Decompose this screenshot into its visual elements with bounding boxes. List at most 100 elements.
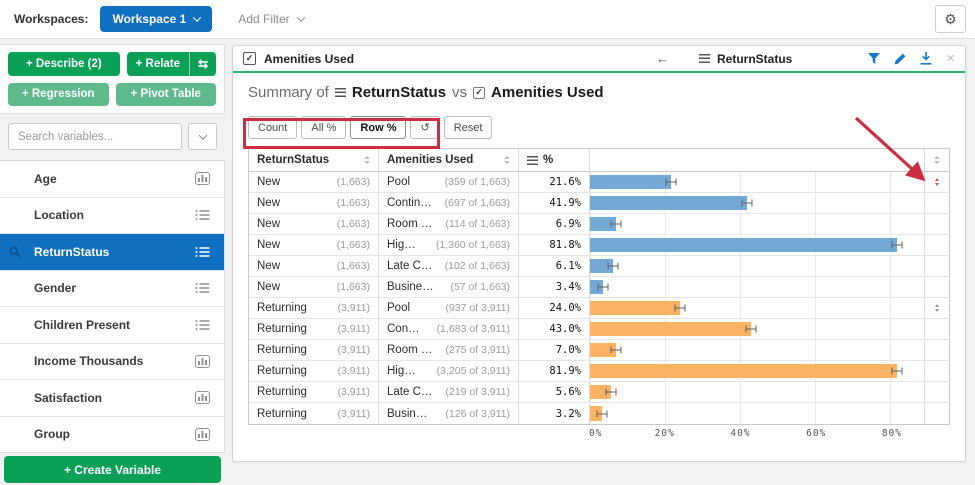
table-row[interactable]: Returning(3,911)Room …(275 of 3,911)7.0% [249, 340, 949, 361]
table-row[interactable]: Returning(3,911)Con…(1,683 of 3,911)43.0… [249, 319, 949, 340]
amenity-cell: Hig… [387, 365, 416, 377]
describe-button[interactable]: + Describe (2) [8, 52, 120, 76]
swap-variables-button[interactable]: ⇆ [189, 52, 216, 76]
table-row[interactable]: Returning(3,911)Hig…(3,205 of 3,911)81.9… [249, 361, 949, 382]
sidebar-variable-children-present[interactable]: Children Present [0, 307, 224, 344]
error-bar [742, 200, 753, 207]
amenity-cell: Room … [387, 218, 432, 230]
table-row[interactable]: New(1,663)Late C…(102 of 1,663)6.1% [249, 256, 949, 277]
variable-search-section [0, 118, 225, 156]
table-row[interactable]: Returning(3,911)Busin…(126 of 3,911)3.2% [249, 403, 949, 424]
sidebar-variable-satisfaction[interactable]: Satisfaction [0, 380, 224, 417]
percent-cell: 7.0% [519, 340, 590, 360]
list-icon [195, 209, 210, 221]
percent-cell: 5.6% [519, 382, 590, 402]
table-row[interactable]: Returning(3,911)Late C…(219 of 3,911)5.6… [249, 382, 949, 403]
bar-cell [590, 172, 925, 192]
list-icon [699, 54, 710, 63]
back-arrow-icon[interactable]: ← [656, 51, 669, 66]
summary-independent: ReturnStatus [352, 84, 446, 101]
axis-tick-label: 60% [806, 428, 826, 439]
sort-icon[interactable] [934, 156, 940, 164]
group-cell: New [257, 260, 280, 272]
histogram-icon [195, 391, 210, 404]
workspace-selector-label: Workspace 1 [112, 12, 186, 26]
group-cell: Returning [257, 408, 307, 420]
summary-title: Summary of ReturnStatus vs Amenities Use… [248, 84, 950, 101]
search-options-button[interactable] [188, 123, 217, 150]
variable-label: ReturnStatus [34, 245, 195, 259]
histogram-icon [195, 355, 210, 368]
x-axis: 0%20%40%60%80% [248, 425, 950, 441]
sort-icon[interactable] [935, 178, 939, 186]
download-icon[interactable] [920, 52, 932, 65]
bar-cell [590, 319, 925, 339]
list-icon [195, 319, 210, 331]
amenity-count: (1,683 of 3,911) [437, 323, 510, 335]
axis-tick-label: 0% [589, 428, 602, 439]
table-row[interactable]: New(1,663)Contin…(697 of 1,663)41.9% [249, 193, 949, 214]
sidebar-variable-group[interactable]: Group [0, 417, 224, 453]
error-bar [666, 179, 677, 186]
amenity-count: (937 of 3,911) [445, 302, 510, 314]
amenity-count: (697 of 1,663) [445, 197, 510, 209]
filter-icon[interactable] [868, 53, 880, 64]
close-icon[interactable]: × [946, 51, 955, 66]
table-row[interactable]: Returning(3,911)Pool(937 of 3,911)24.0% [249, 298, 949, 319]
pivot-table-button[interactable]: + Pivot Table [116, 83, 217, 107]
settings-button[interactable]: ⚙ [935, 5, 966, 33]
error-bar [892, 368, 903, 375]
sidebar-variable-age[interactable]: Age [0, 161, 224, 198]
workspaces-label: Workspaces: [14, 12, 88, 26]
reset-button[interactable]: Reset [444, 116, 493, 139]
percent-cell: 3.2% [519, 403, 590, 424]
error-bar [606, 389, 617, 396]
panel-independent-title: ReturnStatus [717, 52, 792, 66]
chevron-down-icon [296, 13, 304, 21]
sidebar-variable-location[interactable]: Location [0, 198, 224, 235]
group-cell: New [257, 197, 280, 209]
amenity-count: (219 of 3,911) [445, 386, 510, 398]
amenity-count: (359 of 1,663) [445, 176, 510, 188]
amenity-count: (126 of 3,911) [445, 408, 510, 420]
table-row[interactable]: New(1,663)Pool(359 of 1,663)21.6% [249, 172, 949, 193]
search-input[interactable] [8, 123, 182, 150]
group-cell: New [257, 281, 280, 293]
all-button[interactable]: All % [301, 116, 346, 139]
refresh-button[interactable]: ↺ [410, 116, 439, 139]
count-button[interactable]: Count [248, 116, 297, 139]
sidebar-variable-gender[interactable]: Gender [0, 271, 224, 308]
sidebar-variable-income-thousands[interactable]: Income Thousands [0, 344, 224, 381]
amenity-count: (1,360 of 1,663) [436, 239, 510, 251]
table-row[interactable]: New(1,663)Busine…(57 of 1,663)3.4% [249, 277, 949, 298]
amenity-cell: Room … [387, 344, 432, 356]
percent-bar [590, 322, 751, 336]
amenity-cell: Busine… [387, 281, 434, 293]
amenity-count: (275 of 3,911) [445, 344, 510, 356]
add-filter-button[interactable]: Add Filter [238, 12, 303, 26]
group-cell: New [257, 239, 280, 251]
workspace-selector-button[interactable]: Workspace 1 [100, 6, 212, 32]
group-count: (3,911) [338, 323, 371, 335]
amenity-cell: Pool [387, 176, 410, 188]
relate-button[interactable]: + Relate [127, 52, 189, 76]
amenity-cell: Pool [387, 302, 410, 314]
bar-cell [590, 193, 925, 213]
regression-button[interactable]: + Regression [8, 83, 109, 107]
error-bar [675, 305, 686, 312]
percent-bar [590, 364, 897, 378]
sort-icon[interactable] [504, 156, 510, 164]
create-variable-button[interactable]: + Create Variable [4, 456, 221, 483]
bar-cell [590, 256, 925, 276]
sort-icon[interactable] [935, 304, 939, 312]
table-row[interactable]: New(1,663)Hig…(1,360 of 1,663)81.8% [249, 235, 949, 256]
sidebar-variable-returnstatus[interactable]: ReturnStatus [0, 234, 224, 271]
row-button[interactable]: Row % [350, 116, 406, 139]
group-count: (1,663) [337, 281, 370, 293]
checkbox-checked-icon[interactable] [243, 52, 256, 65]
table-row[interactable]: New(1,663)Room …(114 of 1,663)6.9% [249, 214, 949, 235]
edit-pencil-icon[interactable] [894, 53, 906, 65]
histogram-icon [195, 172, 210, 185]
group-count: (3,911) [338, 365, 371, 377]
sort-icon[interactable] [364, 156, 370, 164]
